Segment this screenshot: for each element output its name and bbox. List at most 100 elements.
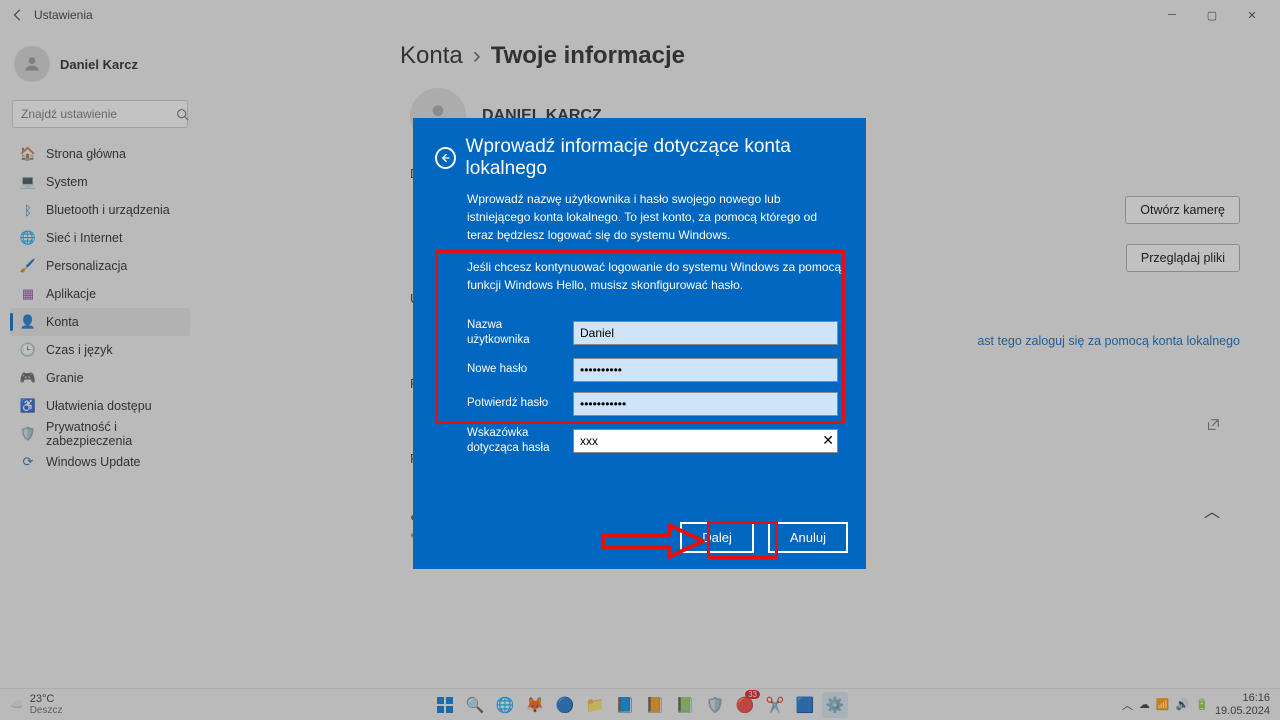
sidebar-item-3[interactable]: 🌐 Sieć i Internet [10,224,190,252]
sidebar-item-label: Windows Update [46,455,141,469]
firefox-icon[interactable]: 🦊 [522,692,548,718]
maximize-button[interactable]: ▢ [1192,1,1232,29]
user-block: Daniel Karcz [6,40,194,96]
external-link-icon[interactable] [1206,418,1220,432]
weather-label: Deszcz [30,705,63,716]
sidebar-item-10[interactable]: 🛡️ Prywatność i zabezpieczenia [10,420,190,448]
clear-input-icon[interactable]: ✕ [822,432,834,449]
dialog-paragraph-2: Jeśli chcesz kontynuować logowanie do sy… [435,258,844,294]
nav-icon: 🌐 [20,230,36,246]
nav-icon: 🛡️ [20,426,36,442]
battery-icon[interactable]: 🔋 [1195,698,1209,711]
weather-icon: ☁️ [10,698,24,711]
sidebar-item-7[interactable]: 🕒 Czas i język [10,336,190,364]
nav-icon: 🖌️ [20,258,36,274]
settings-taskbar-icon[interactable]: ⚙️ [822,692,848,718]
sidebar-item-label: Czas i język [46,343,113,357]
sidebar-item-label: System [46,175,88,189]
sidebar-item-11[interactable]: ⟳ Windows Update [10,448,190,476]
weather-temp: 23°C [30,693,63,705]
nav-icon: ⟳ [20,454,36,470]
tray-chevron-icon[interactable]: ︿ [1122,697,1133,713]
close-button[interactable]: ✕ [1232,1,1272,29]
powerpoint-icon[interactable]: 📙 [642,692,668,718]
excel-icon[interactable]: 📗 [672,692,698,718]
sidebar-item-label: Personalizacja [46,259,127,273]
nav-icon: ᛒ [20,202,36,218]
sidebar-item-8[interactable]: 🎮 Granie [10,364,190,392]
system-tray: ︿ ☁ 📶 🔊 🔋 16:16 19.05.2024 [1122,692,1280,716]
sidebar-item-5[interactable]: ▦Aplikacje [10,280,190,308]
nav-icon: 🎮 [20,370,36,386]
user-display-name: Daniel Karcz [60,57,138,72]
hint-input[interactable] [573,429,838,453]
minimize-button[interactable]: ─ [1152,1,1192,29]
taskbar-search-icon[interactable]: 🔍 [462,692,488,718]
breadcrumb-parent[interactable]: Konta [400,42,463,70]
search-input-wrap[interactable] [12,100,188,128]
sidebar-item-4[interactable]: 🖌️ Personalizacja [10,252,190,280]
security-icon[interactable]: 🛡️ [702,692,728,718]
window-title: Ustawienia [34,8,93,22]
sidebar-item-0[interactable]: 🏠Strona główna [10,140,190,168]
sidebar-item-label: Granie [46,371,84,385]
explorer-icon[interactable]: 📁 [582,692,608,718]
app-badge-icon[interactable]: 🔴 [732,692,758,718]
word-icon[interactable]: 📘 [612,692,638,718]
weather-widget[interactable]: ☁️ 23°C Deszcz [0,693,73,716]
search-icon [176,108,189,121]
back-icon[interactable] [8,5,28,25]
onedrive-icon[interactable]: ☁ [1139,698,1150,711]
confirm-password-label: Potwierdź hasło [467,396,563,411]
nav-icon: 🕒 [20,342,36,358]
username-label: Nazwa użytkownika [467,318,563,348]
clock-date: 19.05.2024 [1215,705,1270,717]
nav-icon: ♿ [20,398,36,414]
next-button[interactable]: Dalej [680,522,754,553]
start-button[interactable] [432,692,458,718]
open-camera-button[interactable]: Otwórz kamerę [1125,196,1240,224]
browse-files-button[interactable]: Przeglądaj pliki [1126,244,1240,272]
local-account-link[interactable]: ast tego zaloguj się za pomocą konta lok… [977,334,1240,348]
chevron-right-icon: › [473,42,481,70]
nav-icon: ▦ [20,286,36,302]
taskbar: ☁️ 23°C Deszcz 🔍 🌐 🦊 🔵 📁 📘 📙 📗 🛡️ 🔴 ✂️ 🟦… [0,688,1280,720]
clock[interactable]: 16:16 19.05.2024 [1215,692,1270,716]
sidebar-item-label: Sieć i Internet [46,231,122,245]
sidebar-item-label: Prywatność i zabezpieczenia [46,420,180,448]
username-input[interactable] [573,321,838,345]
snip-icon[interactable]: ✂️ [762,692,788,718]
volume-icon[interactable]: 🔊 [1176,698,1190,711]
page-title: Twoje informacje [491,42,685,70]
wifi-icon[interactable]: 📶 [1156,698,1170,711]
clock-time: 16:16 [1215,692,1270,704]
dialog-back-button[interactable] [435,147,456,169]
sidebar-item-label: Ułatwienia dostępu [46,399,152,413]
nav-icon: 👤 [20,314,36,330]
sidebar-item-1[interactable]: 💻 System [10,168,190,196]
dialog-title: Wprowadź informacje dotyczące konta loka… [466,136,844,180]
sidebar-item-9[interactable]: ♿ Ułatwienia dostępu [10,392,190,420]
confirm-password-input[interactable] [573,392,838,416]
hint-label: Wskazówka dotycząca hasła [467,426,563,456]
titlebar: Ustawienia ─ ▢ ✕ [0,0,1280,30]
edge-icon[interactable]: 🌐 [492,692,518,718]
nav-icon: 🏠 [20,146,36,162]
sidebar: Daniel Karcz 🏠Strona główna 💻 System ᛒ Bluet… [0,30,200,486]
sidebar-item-6[interactable]: 👤Konta [10,308,190,336]
sidebar-nav: 🏠Strona główna 💻 System ᛒ Bluetooth i urządz… [6,140,194,476]
chrome-icon[interactable]: 🔵 [552,692,578,718]
search-input[interactable] [21,107,176,121]
taskbar-apps: 🔍 🌐 🦊 🔵 📁 📘 📙 📗 🛡️ 🔴 ✂️ 🟦 ⚙️ [432,692,848,718]
cancel-button[interactable]: Anuluj [768,522,848,553]
app-icon[interactable]: 🟦 [792,692,818,718]
breadcrumb: Konta › Twoje informacje [400,42,1260,70]
nav-icon: 💻 [20,174,36,190]
sidebar-item-2[interactable]: ᛒ Bluetooth i urządzenia [10,196,190,224]
local-account-dialog: Wprowadź informacje dotyczące konta loka… [413,118,866,569]
avatar [14,46,50,82]
dialog-paragraph-1: Wprowadź nazwę użytkownika i hasło swoje… [435,190,844,244]
sidebar-item-label: Bluetooth i urządzenia [46,203,170,217]
new-password-input[interactable] [573,358,838,382]
chevron-up-icon[interactable]: ︿ [1204,498,1220,522]
